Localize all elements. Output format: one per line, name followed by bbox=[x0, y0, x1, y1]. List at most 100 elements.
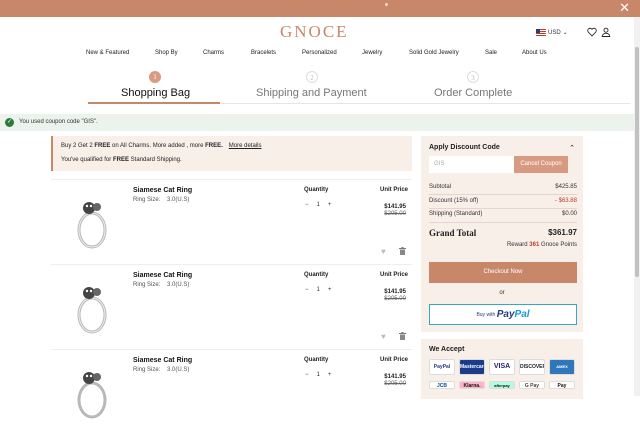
minus-button[interactable]: − bbox=[305, 287, 309, 293]
divider bbox=[429, 208, 577, 209]
cancel-coupon-button[interactable]: Cancel Coupon bbox=[514, 156, 568, 173]
item-price: $141.95 bbox=[384, 374, 406, 380]
plus-button[interactable]: + bbox=[328, 202, 332, 208]
discount-value: - $63.88 bbox=[554, 198, 577, 204]
us-flag-icon bbox=[536, 29, 546, 36]
ring-image[interactable] bbox=[71, 275, 113, 337]
shipping-value: $0.00 bbox=[561, 211, 577, 217]
discount-title[interactable]: Apply Discount Code bbox=[429, 144, 500, 151]
item-name[interactable]: Siamese Cat Ring bbox=[133, 357, 192, 364]
size-label: Ring Size: bbox=[133, 282, 161, 288]
cart-items: Siamese Cat Ring Ring Size: 3.0(U.S) Qua… bbox=[51, 179, 412, 433]
paypal-prefix: Buy with bbox=[476, 311, 496, 318]
currency-selector[interactable]: USD ⌄ bbox=[536, 29, 568, 36]
checkout-now-button[interactable]: Checkout Now bbox=[429, 262, 577, 283]
size-value: 3.0(U.S) bbox=[167, 197, 190, 203]
step-1-number: 1 bbox=[149, 71, 161, 83]
step-order-complete: Order Complete bbox=[434, 87, 513, 99]
trash-icon[interactable] bbox=[399, 247, 406, 255]
paypal-button[interactable]: Buy with PayPal bbox=[429, 304, 577, 325]
minus-button[interactable]: − bbox=[305, 202, 309, 208]
promo-line-2: You've qualified for FREE Standard Shipp… bbox=[61, 157, 182, 163]
reward-points: Reward 361 Gnoce Points bbox=[507, 242, 577, 248]
ring-image[interactable] bbox=[71, 360, 113, 422]
active-step-underline bbox=[88, 102, 220, 104]
site-logo[interactable]: GNOCE bbox=[280, 22, 349, 42]
grand-total-row: Grand Total $361.97 bbox=[429, 228, 577, 238]
item-price: $141.95 bbox=[384, 289, 406, 295]
item-name[interactable]: Siamese Cat Ring bbox=[133, 187, 192, 194]
promo-free: FREE bbox=[112, 157, 129, 163]
trash-icon[interactable] bbox=[399, 332, 406, 340]
item-name[interactable]: Siamese Cat Ring bbox=[133, 272, 192, 279]
size-label: Ring Size: bbox=[133, 197, 161, 203]
page-scrollbar[interactable] bbox=[634, 17, 640, 396]
nav-charms[interactable]: Charms bbox=[203, 50, 224, 56]
promo-line-1: Buy 2 Get 2 FREE on All Charms. More add… bbox=[61, 143, 261, 149]
apple-pay-icon: Pay bbox=[549, 381, 575, 389]
cart-item: Siamese Cat Ring Ring Size: 3.0(U.S) Qua… bbox=[51, 264, 412, 348]
wishlist-heart-icon[interactable]: ♥ bbox=[381, 332, 386, 341]
promo-text: You've qualified for bbox=[61, 157, 113, 163]
quantity-stepper: − 1 + bbox=[305, 202, 331, 208]
minus-button[interactable]: − bbox=[305, 372, 309, 378]
or-separator: or bbox=[499, 290, 505, 296]
reward-text: Reward bbox=[506, 242, 530, 248]
item-size: Ring Size: 3.0(U.S) bbox=[133, 282, 189, 288]
summary-panel: Apply Discount Code ⌃ GIS Cancel Coupon … bbox=[421, 136, 583, 332]
promo-free: FREE bbox=[94, 143, 111, 149]
step-3-number: 3 bbox=[467, 71, 479, 83]
close-icon[interactable]: ✕ bbox=[619, 1, 630, 15]
chevron-up-icon[interactable]: ⌃ bbox=[569, 144, 575, 152]
subtotal-row: Subtotal $425.85 bbox=[429, 184, 577, 190]
item-size: Ring Size: 3.0(U.S) bbox=[133, 367, 189, 373]
jcb-icon: JCB bbox=[429, 381, 455, 389]
divider bbox=[429, 222, 577, 223]
item-old-price: $205.00 bbox=[384, 381, 406, 387]
wishlist-heart-icon[interactable]: ♥ bbox=[381, 247, 386, 256]
nav-personalized[interactable]: Personalized bbox=[302, 50, 337, 56]
account-icon[interactable] bbox=[601, 27, 611, 37]
mastercard-icon: Mastercard bbox=[459, 359, 485, 375]
ring-image[interactable] bbox=[71, 190, 113, 252]
nav-jewelry[interactable]: Jewelry bbox=[362, 50, 382, 56]
promo-text: on All Charms. More added , more bbox=[110, 143, 206, 149]
reward-points-value: 361 bbox=[529, 242, 540, 248]
plus-button[interactable]: + bbox=[328, 287, 332, 293]
plus-button[interactable]: + bbox=[328, 372, 332, 378]
nav-bracelets[interactable]: Bracelets bbox=[251, 50, 276, 56]
coupon-used-text: You used coupon code "GIS". bbox=[19, 119, 98, 125]
google-pay-icon: G Pay bbox=[519, 381, 545, 389]
quantity-value[interactable]: 1 bbox=[317, 202, 320, 208]
more-details-link[interactable]: More details bbox=[229, 143, 262, 149]
quantity-label: Quantity bbox=[304, 272, 329, 278]
amex-icon: AMEX bbox=[549, 359, 575, 375]
quantity-value[interactable]: 1 bbox=[317, 287, 320, 293]
carousel-dot bbox=[385, 3, 388, 6]
promo-text: Standard Shipping. bbox=[128, 157, 182, 163]
divider bbox=[429, 194, 577, 195]
grand-total-value: $361.97 bbox=[548, 228, 577, 237]
checkmark-icon: ✓ bbox=[5, 118, 14, 127]
nav-new-featured[interactable]: New & Featured bbox=[86, 50, 129, 56]
scrollbar-thumb[interactable] bbox=[635, 47, 639, 277]
quantity-value[interactable]: 1 bbox=[317, 372, 320, 378]
step-shopping-bag: Shopping Bag bbox=[121, 87, 191, 99]
heart-icon[interactable] bbox=[587, 27, 597, 37]
afterpay-icon: afterpay bbox=[489, 381, 515, 389]
size-label: Ring Size: bbox=[133, 367, 161, 373]
discount-label: Discount (15% off) bbox=[429, 198, 479, 204]
size-value: 3.0(U.S) bbox=[167, 282, 190, 288]
nav-sale[interactable]: Sale bbox=[485, 50, 497, 56]
item-old-price: $205.00 bbox=[384, 211, 406, 217]
coupon-input[interactable]: GIS bbox=[429, 156, 514, 173]
item-price: $141.95 bbox=[384, 204, 406, 210]
quantity-stepper: − 1 + bbox=[305, 287, 331, 293]
promo-notice: Buy 2 Get 2 FREE on All Charms. More add… bbox=[51, 136, 412, 171]
nav-about-us[interactable]: About Us bbox=[522, 50, 547, 56]
cart-item: Siamese Cat Ring Ring Size: 3.0(U.S) Qua… bbox=[51, 349, 412, 433]
coupon-used-banner: ✓ You used coupon code "GIS". bbox=[0, 114, 640, 131]
nav-solid-gold[interactable]: Solid Gold Jewelry bbox=[409, 50, 459, 56]
chevron-down-icon: ⌄ bbox=[562, 30, 568, 36]
nav-shop-by[interactable]: Shop By bbox=[155, 50, 178, 56]
